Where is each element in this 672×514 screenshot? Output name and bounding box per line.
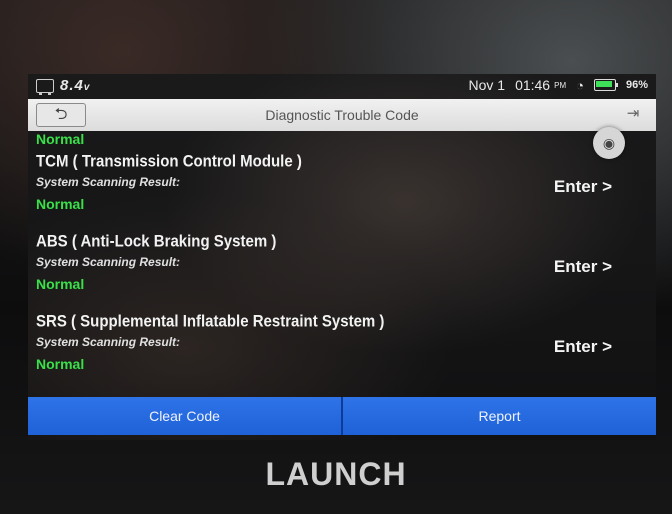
voltage-readout: 8.4v (60, 77, 90, 94)
module-title: TCM ( Transmission Control Module ) (36, 152, 302, 171)
status-bar: 8.4v Nov 1 01:46 PM ◔ 96% (28, 74, 656, 98)
module-row-srs: SRS ( Supplemental Inflatable Restraint … (28, 312, 656, 393)
status-date: Nov 1 (468, 77, 506, 93)
enter-button-srs[interactable]: Enter > (554, 337, 612, 357)
module-row-abs: ABS ( Anti-Lock Braking System ) System … (28, 232, 656, 313)
module-result: Normal (36, 356, 85, 372)
exit-icon: ⇥ (626, 105, 640, 122)
scan-result-list: Normal TCM ( Transmission Control Module… (28, 131, 656, 396)
back-button[interactable]: ⮌ (36, 103, 86, 127)
report-button[interactable]: Report (341, 397, 656, 435)
wifi-icon: ◔ (576, 77, 584, 93)
module-title: ABS ( Anti-Lock Braking System ) (36, 232, 277, 251)
module-title: SRS ( Supplemental Inflatable Restraint … (36, 312, 385, 331)
module-result: Normal (36, 196, 85, 212)
voltage-unit: v (83, 82, 91, 93)
status-ampm: PM (554, 80, 567, 90)
title-bar: ⮌ Diagnostic Trouble Code ⇥ (28, 99, 656, 131)
module-result: Normal (36, 276, 85, 292)
bottom-action-bar: Clear Code Report (28, 397, 656, 435)
enter-button-tcm[interactable]: Enter > (554, 177, 612, 197)
status-right: Nov 1 01:46 PM ◔ 96% (468, 77, 648, 93)
enter-button-abs[interactable]: Enter > (554, 257, 612, 277)
module-subtitle: System Scanning Result: (36, 335, 181, 349)
battery-percent: 96% (625, 79, 648, 91)
status-time: 01:46 (515, 77, 551, 93)
status-left: 8.4v (36, 77, 90, 95)
previous-module-result: Normal (36, 131, 85, 147)
page-title: Diagnostic Trouble Code (265, 107, 419, 123)
device-screen: 8.4v Nov 1 01:46 PM ◔ 96% ⮌ Diagnostic T… (28, 74, 656, 440)
module-row-tcm: TCM ( Transmission Control Module ) Syst… (28, 152, 656, 233)
back-arrow-icon: ⮌ (54, 106, 68, 123)
voltage-value: 8.4 (60, 77, 84, 94)
module-subtitle: System Scanning Result: (36, 255, 181, 269)
exit-button[interactable]: ⇥ (618, 103, 648, 125)
brand-logo: LAUNCH (265, 456, 407, 492)
clear-code-button[interactable]: Clear Code (28, 397, 341, 435)
car-battery-icon (36, 78, 54, 95)
module-subtitle: System Scanning Result: (36, 175, 181, 189)
battery-icon (593, 79, 618, 91)
